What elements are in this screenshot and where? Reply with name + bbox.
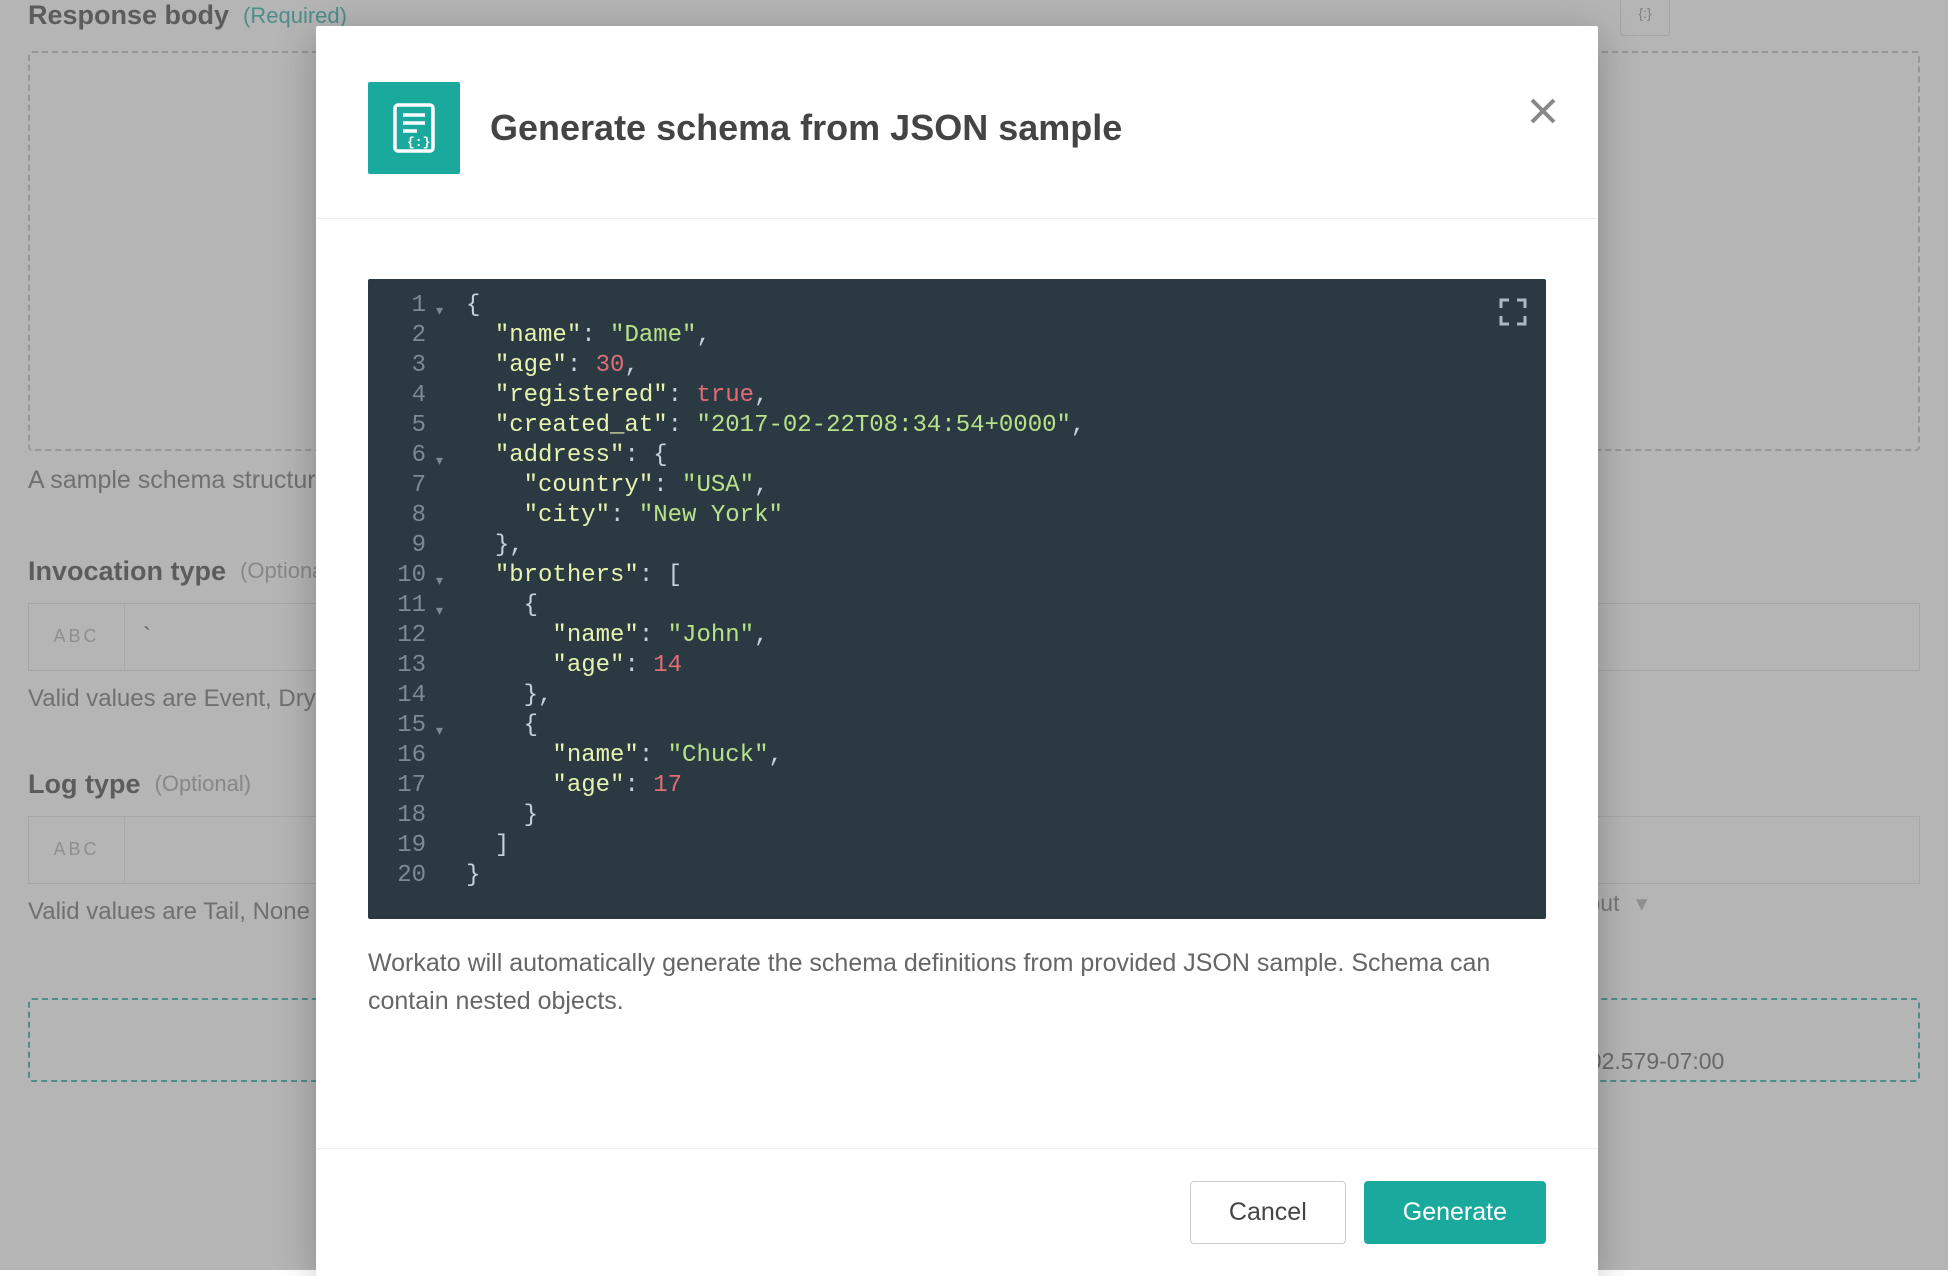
generate-button[interactable]: Generate [1364, 1181, 1546, 1244]
modal-footer: Cancel Generate [316, 1148, 1598, 1276]
close-button[interactable] [1528, 96, 1558, 126]
code-content[interactable]: { "name": "Dame", "age": 30, "registered… [466, 283, 1546, 891]
schema-doc-icon: {:} [368, 82, 460, 174]
generate-schema-modal: {:} Generate schema from JSON sample 123… [316, 26, 1598, 1276]
svg-text:{:}: {:} [407, 135, 430, 150]
json-editor[interactable]: 1234567891011121314151617181920 ▾▾▾▾▾ { … [368, 279, 1546, 919]
close-icon [1528, 96, 1558, 126]
cancel-button[interactable]: Cancel [1190, 1181, 1346, 1244]
line-gutter: 1234567891011121314151617181920 [368, 283, 436, 891]
modal-header: {:} Generate schema from JSON sample [316, 26, 1598, 219]
modal-body: 1234567891011121314151617181920 ▾▾▾▾▾ { … [316, 219, 1598, 1148]
modal-description: Workato will automatically generate the … [368, 919, 1546, 1020]
modal-title: Generate schema from JSON sample [490, 107, 1122, 149]
fold-gutter[interactable]: ▾▾▾▾▾ [436, 283, 466, 891]
expand-icon[interactable] [1498, 297, 1528, 337]
